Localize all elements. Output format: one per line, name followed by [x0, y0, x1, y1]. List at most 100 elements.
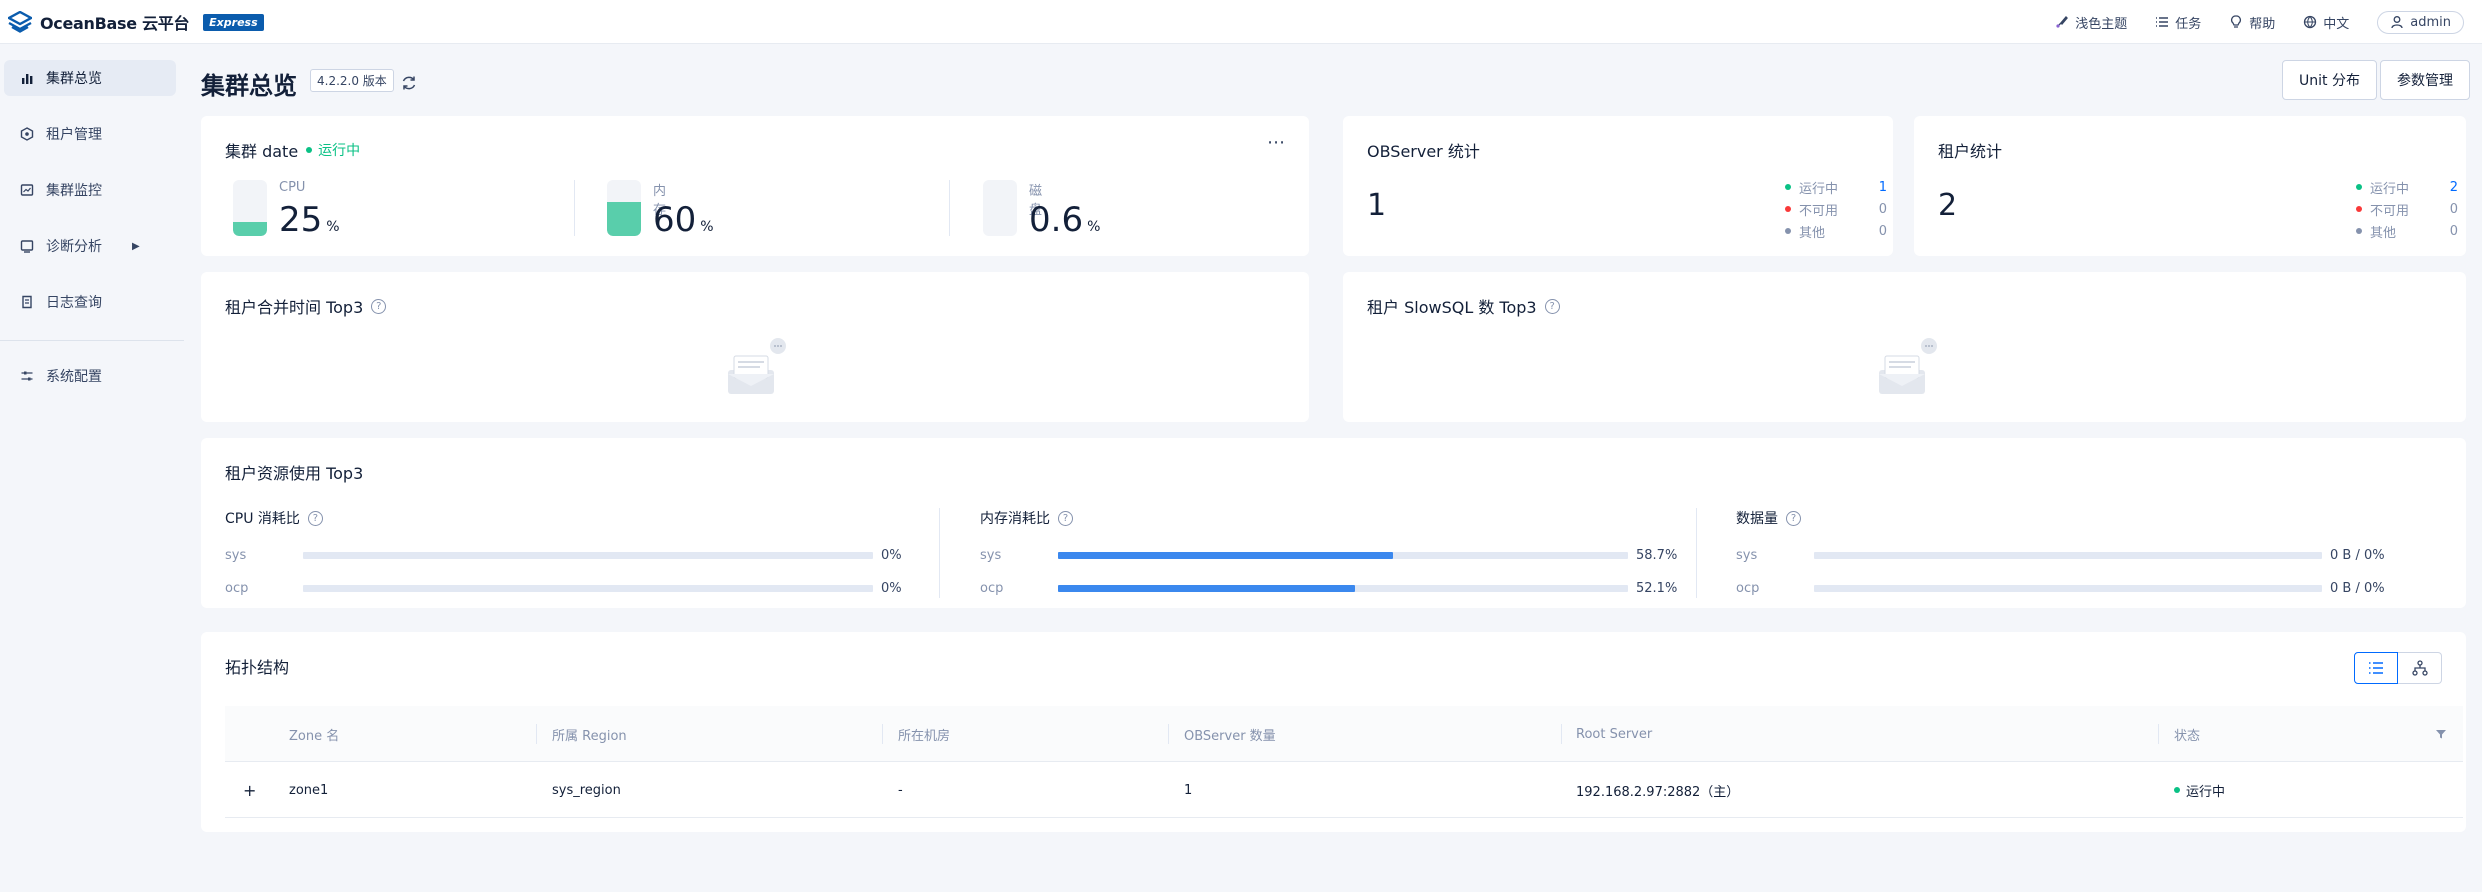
user-menu[interactable]: admin	[2377, 10, 2464, 34]
settings-sliders-icon	[21, 371, 33, 381]
unit-distribution-button[interactable]: Unit 分布	[2282, 60, 2377, 100]
list-view-button[interactable]	[2354, 652, 2398, 684]
legend-other: 其他 0	[1785, 220, 1887, 242]
sidebar-divider	[0, 340, 184, 341]
help-icon[interactable]: ?	[1544, 298, 1560, 314]
legend-other: 其他 0	[2356, 220, 2458, 242]
topology-title: 拓扑结构	[225, 658, 290, 677]
legend-label: 运行中	[1799, 181, 1839, 197]
sidebar-item-cluster-overview[interactable]: 集群总览	[4, 60, 176, 96]
sidebar-item-label: 系统配置	[46, 369, 102, 385]
sidebar-item-label: 集群总览	[46, 71, 102, 87]
cpu-value: 25%	[279, 200, 340, 240]
column-header: Root Server	[1576, 726, 1653, 742]
data-volume-title-text: 数据量	[1736, 511, 1778, 527]
memory-ratio-title: 内存消耗比?	[980, 508, 1680, 528]
legend-running: 运行中 1	[1785, 176, 1887, 198]
divider	[939, 508, 940, 598]
sidebar-item-label: 集群监控	[46, 183, 102, 199]
tenant-name: ocp	[980, 581, 1004, 596]
topology-card: 拓扑结构 Zone 名 所属 Region 所在机房 OBServer 数量 R…	[201, 632, 2466, 832]
oceanbase-logo-icon	[8, 11, 32, 33]
observer-legend: 运行中 1 不可用 0 其他 0	[1785, 176, 1887, 242]
tenant-icon	[20, 127, 34, 141]
sidebar-item-log-query[interactable]: 日志查询	[4, 284, 176, 320]
refresh-icon[interactable]	[400, 74, 418, 92]
more-icon[interactable]: ⋯	[1267, 132, 1285, 153]
page-title: 集群总览	[201, 72, 297, 100]
usage-fill	[1058, 552, 1393, 559]
legend-value: 0	[1878, 201, 1887, 217]
empty-mailbox-icon	[728, 338, 786, 394]
tenant-name: ocp	[1736, 581, 1760, 596]
column-separator	[2158, 724, 2159, 744]
cluster-status: 运行中	[306, 140, 360, 160]
memory-gauge-fill	[607, 202, 641, 236]
legend-unavailable: 不可用 0	[2356, 198, 2458, 220]
edition-badge: Express	[203, 13, 264, 31]
app-logo[interactable]: OceanBase 云平台 Express	[8, 10, 264, 34]
sidebar-item-diagnosis[interactable]: 诊断分析 ▶	[4, 228, 176, 264]
tenant-name: sys	[225, 548, 247, 563]
caret-right-icon: ▶	[132, 240, 140, 252]
data-volume-title: 数据量?	[1736, 508, 2456, 528]
parameter-management-button[interactable]: 参数管理	[2380, 60, 2470, 100]
cpu-ratio-title: CPU 消耗比?	[225, 508, 925, 528]
expand-row-button[interactable]: +	[243, 762, 256, 818]
tenant-name: sys	[1736, 548, 1758, 563]
column-header: 所属 Region	[552, 728, 627, 744]
cpu-label: CPU	[279, 180, 306, 195]
idc-name: -	[898, 782, 903, 798]
help-icon[interactable]: ?	[1058, 510, 1073, 526]
sidebar-item-cluster-monitoring[interactable]: 集群监控	[4, 172, 176, 208]
usage-percent: 52.1%	[1636, 581, 1678, 596]
tenant-legend: 运行中 2 不可用 0 其他 0	[2356, 176, 2458, 242]
column-separator	[1561, 724, 1562, 744]
observer-stats-card: OBServer 统计 1 运行中 1 不可用 0 其他 0	[1343, 116, 1893, 256]
merge-time-title-text: 租户合并时间 Top3	[225, 298, 364, 317]
language-switch[interactable]: 中文	[2303, 13, 2349, 32]
slowsql-title: 租户 SlowSQL 数 Top3?	[1367, 294, 1560, 318]
filter-icon[interactable]	[2435, 706, 2447, 762]
column-header: OBServer 数量	[1184, 728, 1276, 744]
version-badge: 4.2.2.0 版本	[310, 69, 394, 92]
legend-label: 不可用	[1799, 203, 1839, 219]
topology-icon	[2411, 660, 2428, 676]
sidebar-item-label: 日志查询	[46, 295, 102, 311]
user-icon	[2391, 16, 2403, 29]
theme-switch[interactable]: 浅色主题	[2055, 13, 2127, 32]
legend-value: 0	[1878, 223, 1887, 239]
cluster-card: 集群 date 运行中 ⋯ CPU 25% 内存 60% 磁盘 0.6%	[201, 116, 1309, 256]
cluster-card-title: 集群 date 运行中	[225, 138, 360, 162]
help-icon[interactable]: ?	[1786, 510, 1801, 526]
tasks-menu[interactable]: 任务	[2155, 13, 2201, 32]
help-menu[interactable]: 帮助	[2229, 13, 2275, 32]
legend-label: 运行中	[2370, 181, 2410, 197]
zone-status: 运行中	[2174, 762, 2225, 818]
disk-value-number: 0.6	[1029, 200, 1084, 240]
tasks-label: 任务	[2175, 16, 2202, 32]
monitor-icon	[20, 184, 34, 196]
table-header: Zone 名 所属 Region 所在机房 OBServer 数量 Root S…	[225, 706, 2463, 762]
usage-row: sys 58.7%	[980, 548, 1677, 563]
topology-view-button[interactable]	[2398, 652, 2442, 684]
sidebar-item-label: 诊断分析	[46, 239, 102, 255]
legend-value: 0	[2449, 201, 2458, 217]
help-icon[interactable]: ?	[307, 510, 323, 526]
empty-mailbox-icon	[1879, 338, 1937, 394]
observer-total: 1	[1367, 188, 1387, 223]
divider	[949, 180, 950, 236]
sidebar-item-system-settings[interactable]: 系统配置	[4, 358, 176, 394]
help-icon[interactable]: ?	[371, 298, 387, 314]
column-separator	[1168, 724, 1169, 744]
cluster-name: 集群 date	[225, 142, 299, 161]
legend-label: 不可用	[2370, 203, 2410, 219]
cpu-gauge-fill	[233, 222, 267, 236]
diagnose-icon	[20, 240, 34, 253]
sidebar-item-tenant-management[interactable]: 租户管理	[4, 116, 176, 152]
disk-unit: %	[1087, 219, 1101, 235]
usage-fill	[1058, 585, 1355, 592]
topology-table: Zone 名 所属 Region 所在机房 OBServer 数量 Root S…	[225, 706, 2463, 818]
other-dot	[1785, 228, 1791, 234]
usage-track	[1058, 552, 1628, 559]
